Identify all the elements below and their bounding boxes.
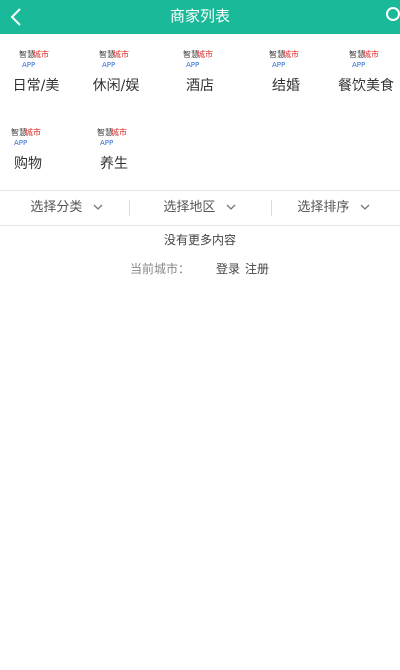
svg-text:APP: APP	[186, 61, 199, 69]
category-item[interactable]: 智慧 城市 APP 休闲/娱	[76, 48, 156, 118]
filter-bar: 选择分类 选择地区 选择排序	[0, 191, 400, 226]
category-logo: 智慧 城市 APP	[97, 127, 127, 147]
category-item[interactable]: 智慧 城市 APP 结婚	[246, 48, 326, 118]
page-title: 商家列表	[169, 7, 230, 25]
category-item[interactable]: 智慧 城市 APP 餐饮美食	[332, 48, 400, 118]
category-label: 养生	[100, 156, 128, 172]
svg-text:城市: 城市	[363, 49, 379, 59]
svg-text:APP: APP	[14, 139, 27, 147]
svg-text:城市: 城市	[113, 49, 129, 59]
category-label: 休闲/娱	[92, 78, 140, 94]
category-item[interactable]: 智慧 城市 APP 购物	[0, 126, 68, 196]
svg-text:APP: APP	[22, 61, 35, 69]
category-item[interactable]: 智慧 城市 APP 日常/美	[0, 48, 76, 118]
svg-text:APP: APP	[102, 61, 115, 69]
category-logo: 智慧 城市 APP	[269, 49, 299, 69]
filter-sort[interactable]: 选择排序	[267, 191, 400, 225]
category-logo: 智慧 城市 APP	[99, 49, 129, 69]
search-icon[interactable]	[386, 7, 400, 25]
category-label: 餐饮美食	[338, 78, 394, 94]
category-logo: 智慧 城市 APP	[11, 127, 41, 147]
category-logo: 智慧 城市 APP	[183, 49, 213, 69]
app-header: 商家列表	[0, 0, 400, 34]
category-logo: 智慧 城市 APP	[19, 49, 49, 69]
chevron-down-icon	[360, 204, 370, 210]
category-label: 结婚	[272, 78, 300, 94]
svg-text:APP: APP	[100, 139, 113, 147]
current-city-label: 当前城市：	[130, 262, 191, 276]
filter-category[interactable]: 选择分类	[0, 191, 133, 225]
filter-label: 选择地区	[163, 200, 216, 215]
svg-text:城市: 城市	[283, 49, 299, 59]
chevron-down-icon	[93, 204, 103, 210]
category-item[interactable]: 智慧 城市 APP 酒店	[160, 48, 240, 118]
svg-text:城市: 城市	[197, 49, 213, 59]
svg-text:APP: APP	[352, 61, 365, 69]
category-logo: 智慧 城市 APP	[349, 49, 379, 69]
filter-region[interactable]: 选择地区	[133, 191, 266, 225]
login-link[interactable]: 登录	[216, 259, 240, 279]
category-label: 酒店	[186, 78, 214, 94]
svg-text:APP: APP	[272, 61, 285, 69]
city-login-row: 当前城市： 登录 注册	[0, 259, 400, 279]
svg-text:城市: 城市	[25, 127, 41, 137]
filter-label: 选择排序	[297, 200, 350, 215]
chevron-down-icon	[226, 204, 236, 210]
filter-label: 选择分类	[30, 200, 83, 215]
no-more-content: 没有更多内容	[163, 233, 236, 247]
category-label: 购物	[14, 156, 42, 172]
svg-text:城市: 城市	[33, 49, 49, 59]
category-label: 日常/美	[12, 78, 60, 94]
category-item[interactable]: 智慧 城市 APP 养生	[74, 126, 154, 196]
register-link[interactable]: 注册	[245, 259, 269, 279]
svg-text:城市: 城市	[111, 127, 127, 137]
filter-divider	[129, 200, 130, 216]
